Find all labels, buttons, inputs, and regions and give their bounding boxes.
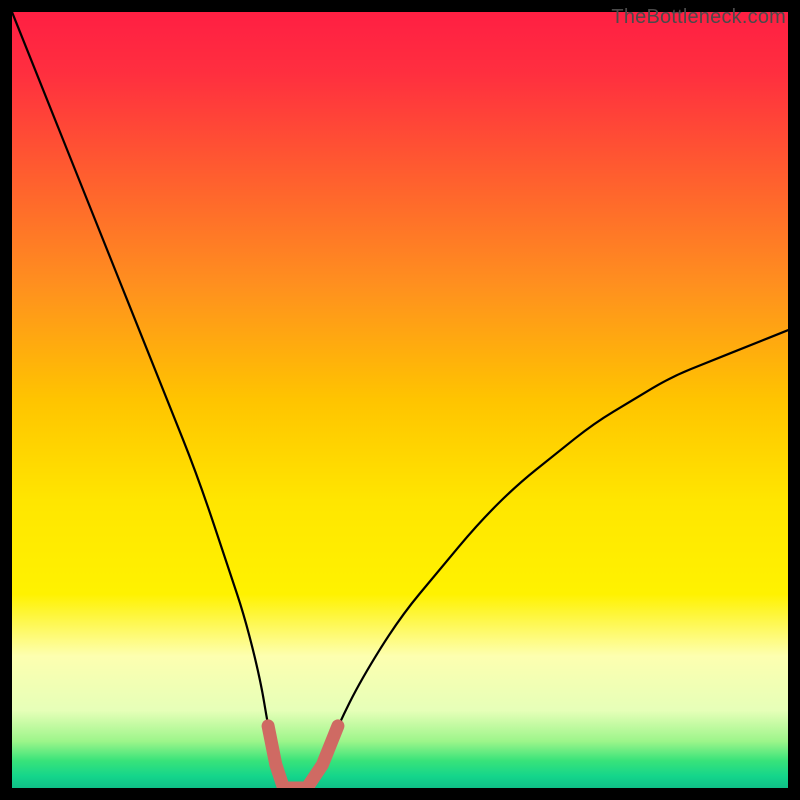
chart-frame: TheBottleneck.com xyxy=(0,0,800,800)
watermark-text: TheBottleneck.com xyxy=(611,6,786,29)
chart-svg xyxy=(12,12,788,788)
gradient-background xyxy=(12,12,788,788)
plot-area xyxy=(12,12,788,788)
